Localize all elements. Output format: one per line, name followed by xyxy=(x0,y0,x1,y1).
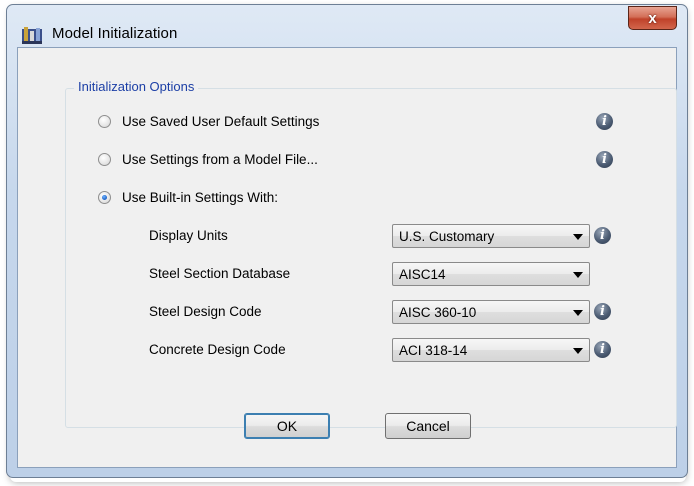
initialization-options-group xyxy=(65,88,677,428)
group-legend: Initialization Options xyxy=(74,79,199,94)
steel-section-database-select[interactable]: AISC14 xyxy=(392,262,590,286)
info-icon[interactable]: i xyxy=(596,113,613,130)
radio-button[interactable] xyxy=(98,114,111,128)
close-button[interactable]: x xyxy=(628,6,677,30)
chevron-down-icon xyxy=(573,310,583,316)
chevron-down-icon xyxy=(573,348,583,354)
display-units-select[interactable]: U.S. Customary xyxy=(392,224,590,248)
ok-button[interactable]: OK xyxy=(244,413,330,439)
chevron-down-icon xyxy=(573,272,583,278)
dialog-window: Model Initialization x Initialization Op… xyxy=(0,0,694,486)
radio-label: Use Saved User Default Settings xyxy=(122,113,320,129)
radio-button[interactable] xyxy=(98,152,111,166)
steel-design-code-select[interactable]: AISC 360-10 xyxy=(392,300,590,324)
radio-button-selected[interactable] xyxy=(98,190,111,204)
display-units-label: Display Units xyxy=(149,228,228,243)
steel-design-code-label: Steel Design Code xyxy=(149,304,262,319)
radio-built-in-settings[interactable]: Use Built-in Settings With: xyxy=(98,187,278,207)
concrete-design-code-value: ACI 318-14 xyxy=(399,343,468,358)
window-frame: Model Initialization x Initialization Op… xyxy=(6,4,688,478)
radio-label: Use Settings from a Model File... xyxy=(122,151,318,167)
model-building-icon xyxy=(22,27,42,44)
radio-model-file-settings[interactable]: Use Settings from a Model File... xyxy=(98,149,318,169)
radio-label: Use Built-in Settings With: xyxy=(122,189,279,205)
concrete-design-code-label: Concrete Design Code xyxy=(149,342,286,357)
window-title: Model Initialization xyxy=(52,25,178,42)
info-icon[interactable]: i xyxy=(594,341,611,358)
cancel-button[interactable]: Cancel xyxy=(385,413,471,439)
info-icon[interactable]: i xyxy=(596,151,613,168)
radio-saved-user-defaults[interactable]: Use Saved User Default Settings xyxy=(98,111,319,131)
display-units-value: U.S. Customary xyxy=(399,229,495,244)
close-icon: x xyxy=(648,9,657,27)
steel-section-database-value: AISC14 xyxy=(399,267,446,282)
dialog-client-area: Initialization Options Use Saved User De… xyxy=(17,47,677,468)
info-icon[interactable]: i xyxy=(594,303,611,320)
steel-design-code-value: AISC 360-10 xyxy=(399,305,477,320)
info-icon[interactable]: i xyxy=(594,227,611,244)
concrete-design-code-select[interactable]: ACI 318-14 xyxy=(392,338,590,362)
steel-section-database-label: Steel Section Database xyxy=(149,266,291,281)
chevron-down-icon xyxy=(573,234,583,240)
